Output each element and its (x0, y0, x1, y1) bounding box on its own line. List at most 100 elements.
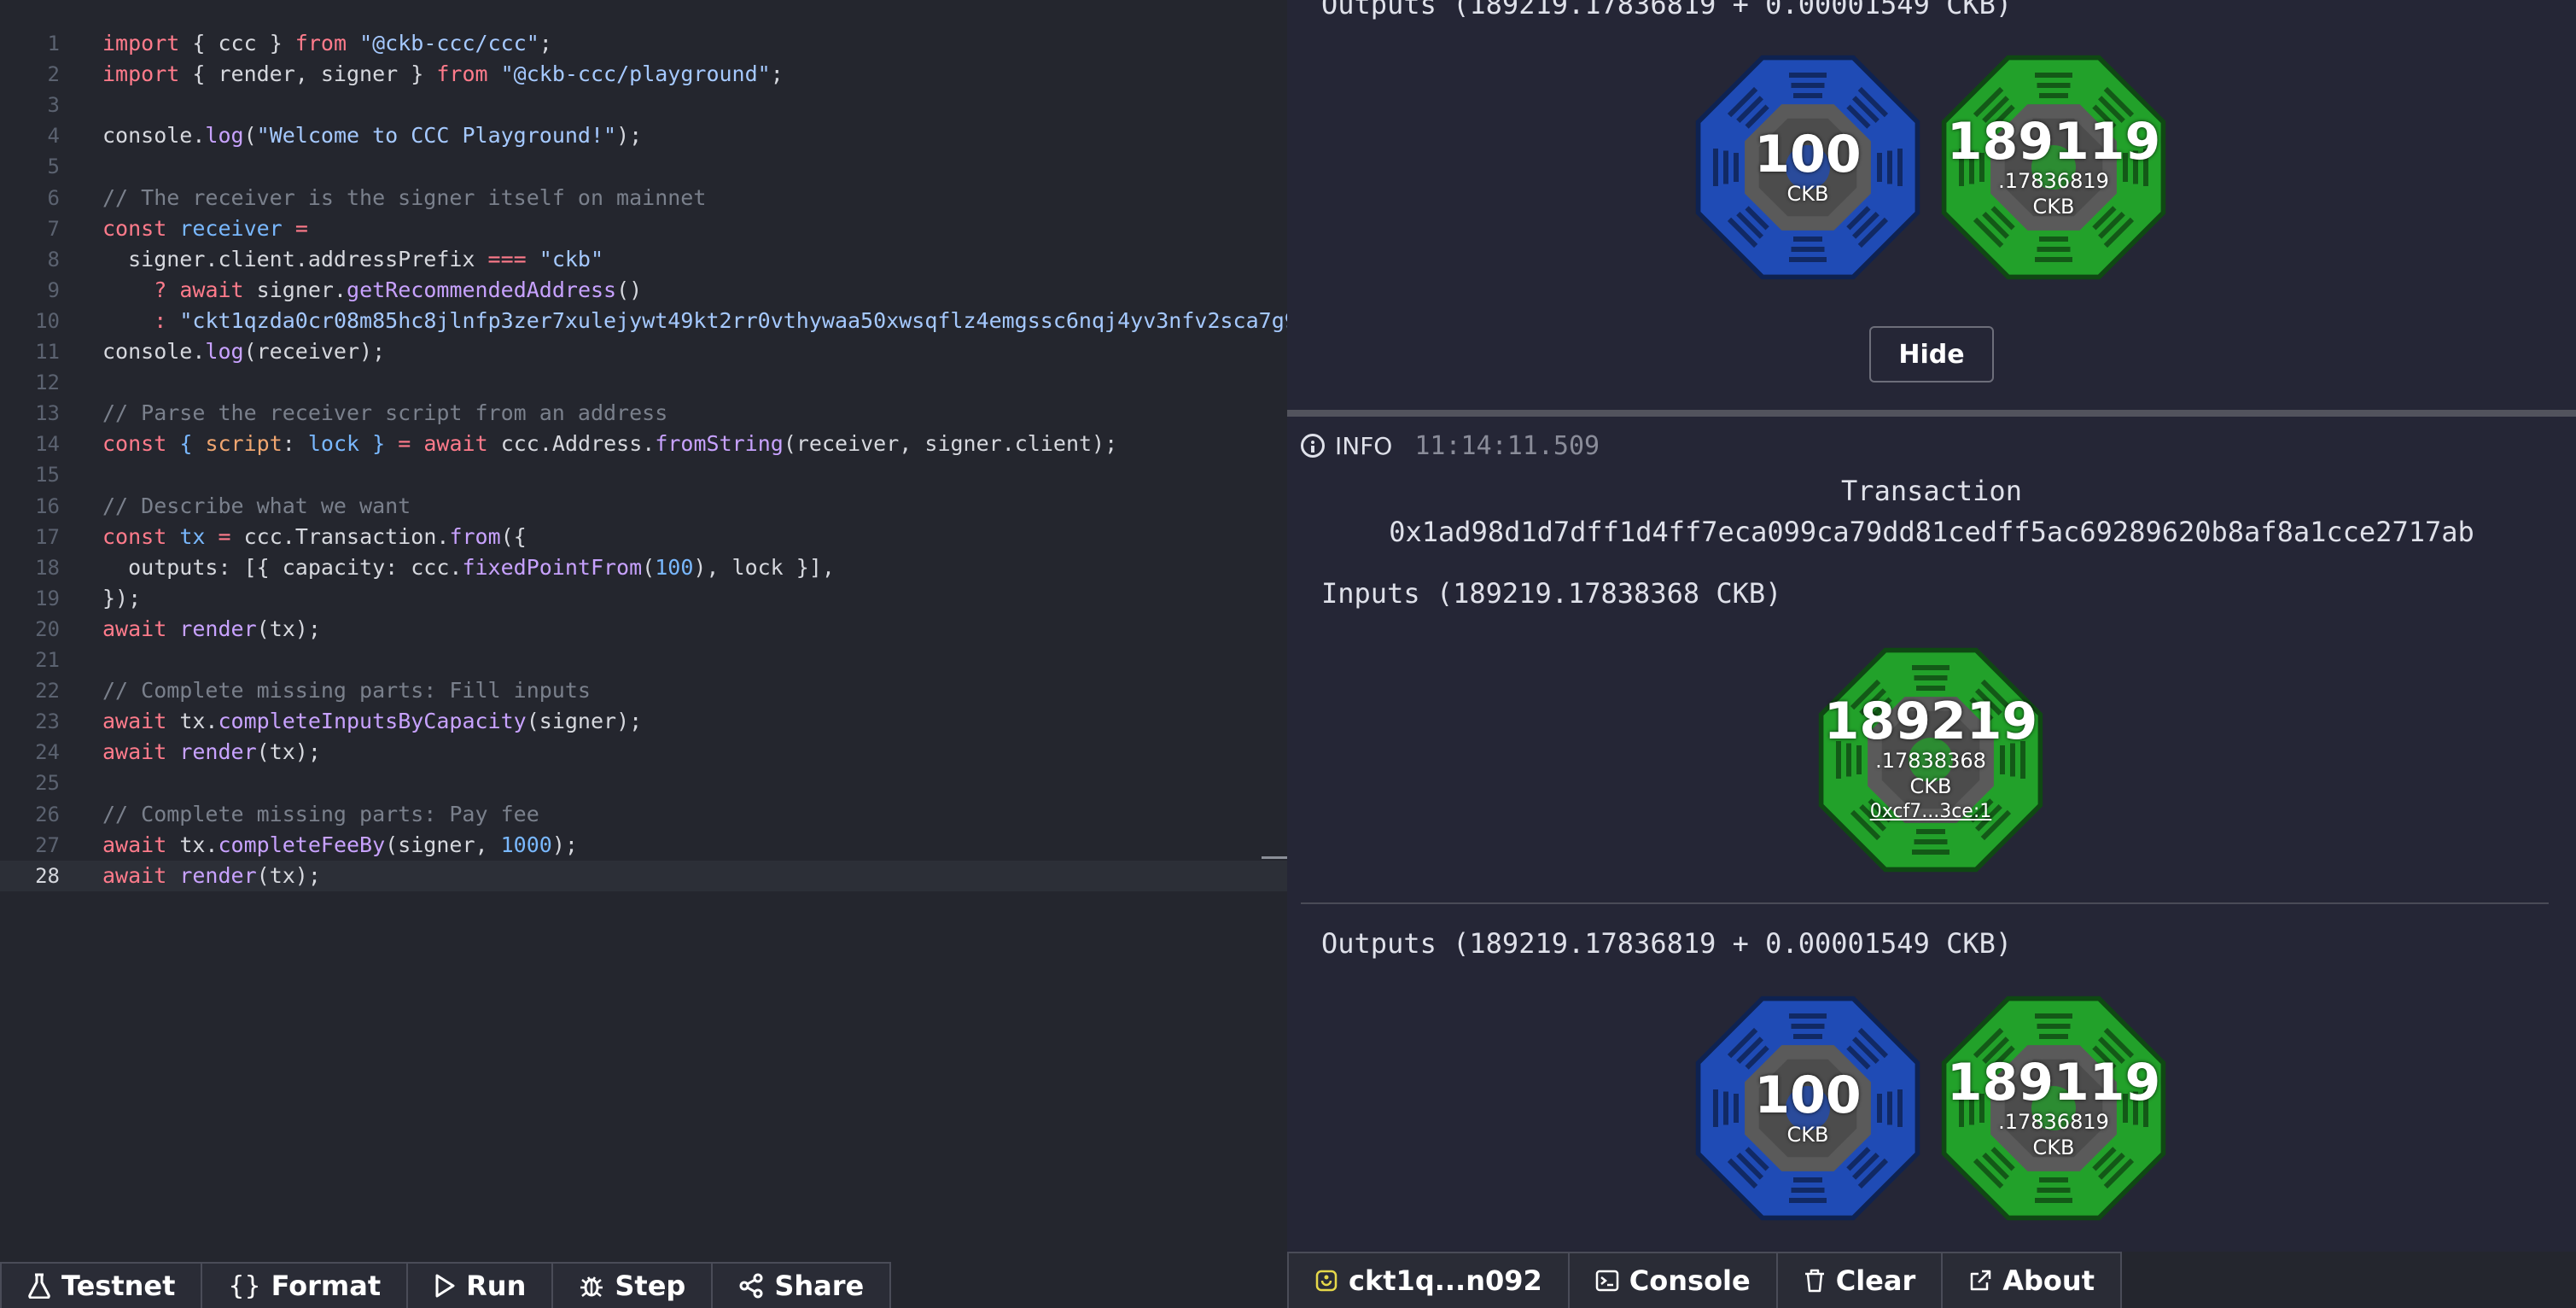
console-label: Console (1629, 1264, 1751, 1297)
code-line[interactable]: 15 (0, 459, 1287, 490)
code-text: await render(tx); (102, 737, 321, 768)
code-token: fromString (655, 431, 784, 456)
line-number: 21 (35, 648, 60, 672)
code-token: ; (539, 31, 552, 55)
run-button[interactable]: Run (406, 1262, 554, 1308)
code-token: ( (642, 555, 656, 580)
step-button[interactable]: Step (551, 1262, 714, 1308)
info-icon (1301, 434, 1325, 458)
code-line[interactable]: 23 await tx.completeInputsByCapacity(sign… (0, 706, 1287, 737)
code-token: completeInputsByCapacity (218, 709, 527, 733)
log-time: 11:14:11.509 (1414, 430, 1600, 461)
code-text: await render(tx); (102, 614, 321, 645)
about-button[interactable]: About (1941, 1252, 2122, 1308)
code-text: signer.client.addressPrefix === "ckb" (102, 244, 603, 275)
output-cell[interactable]: 189119.17836819 CKB (1941, 996, 2166, 1221)
output-cell[interactable]: 189119.17836819 CKB (1941, 55, 2166, 280)
outputs-header-top: Outputs (189219.17836819 + 0.00001549 CK… (1321, 0, 2013, 20)
testnet-label: Testnet (61, 1270, 176, 1302)
code-token: "@ckb-ccc/playground" (500, 61, 771, 86)
code-line[interactable]: 25 (0, 768, 1287, 798)
format-button[interactable]: {} Format (201, 1262, 409, 1308)
code-line[interactable]: 27 await tx.completeFeeBy(signer, 1000); (0, 830, 1287, 861)
code-token: (tx); (256, 739, 321, 764)
code-line[interactable]: 18 outputs: [{ capacity: ccc.fixedPointF… (0, 552, 1287, 583)
flask-icon (28, 1273, 50, 1299)
cell-label: 100 CKB (1695, 55, 1920, 280)
line-number: 4 (47, 124, 60, 148)
code-token: "ckb" (539, 247, 604, 272)
code-token: ); (551, 832, 578, 857)
code-line[interactable]: 14 const { script: lock } = await ccc.Add… (0, 429, 1287, 459)
code-line[interactable]: 24 await render(tx); (0, 737, 1287, 768)
cell-outpoint-link[interactable]: 0xcf7...3ce:1 (1870, 799, 1991, 825)
line-number: 3 (47, 93, 60, 117)
code-line[interactable]: 28 await render(tx); (0, 861, 1287, 891)
code-token: = (398, 431, 411, 456)
wallet-address-button[interactable]: ckt1q...n092 (1287, 1252, 1570, 1308)
code-line[interactable]: 2 import { render, signer } from "@ckb-cc… (0, 59, 1287, 90)
line-number: 18 (35, 556, 60, 580)
code-text: // Describe what we want (102, 491, 411, 522)
code-line[interactable]: 8 signer.client.addressPrefix === "ckb" (0, 244, 1287, 275)
code-token: // Describe what we want (102, 493, 411, 518)
testnet-button[interactable]: Testnet (0, 1262, 203, 1308)
code-line[interactable]: 11 console.log(receiver); (0, 336, 1287, 367)
inputs-header: Inputs (189219.17838368 CKB) (1321, 577, 1782, 610)
code-token: { (179, 431, 206, 456)
code-token: { render, signer } (179, 61, 437, 86)
panel-divider[interactable] (1287, 410, 2576, 417)
editor-scroll-marker (1262, 856, 1287, 859)
code-token: 1000 (500, 832, 552, 857)
line-number: 13 (35, 401, 60, 425)
code-token: fixedPointFrom (462, 555, 643, 580)
code-line[interactable]: 21 (0, 645, 1287, 675)
code-editor[interactable]: 1 import { ccc } from "@ckb-ccc/ccc"; 2 imp… (0, 0, 1287, 1262)
log-level: INFO (1335, 431, 1393, 460)
code-line[interactable]: 10 : "ckt1qzda0cr08m85hc8jlnfp3zer7xulej… (0, 306, 1287, 336)
code-line[interactable]: 6 // The receiver is the signer itself on… (0, 183, 1287, 213)
code-line[interactable]: 20 await render(tx); (0, 614, 1287, 645)
code-line[interactable]: 9 ? await signer.getRecommendedAddress() (0, 275, 1287, 306)
about-label: About (2002, 1264, 2095, 1297)
line-number: 10 (35, 309, 60, 333)
code-line[interactable]: 1 import { ccc } from "@ckb-ccc/ccc"; (0, 28, 1287, 59)
code-token: ({ (500, 524, 527, 549)
share-button[interactable]: Share (711, 1262, 892, 1308)
code-line[interactable]: 26 // Complete missing parts: Pay fee (0, 799, 1287, 830)
line-number: 24 (35, 740, 60, 764)
code-token: await (179, 277, 244, 302)
code-line[interactable]: 4 console.log("Welcome to CCC Playground!… (0, 120, 1287, 151)
line-number: 15 (35, 463, 60, 487)
transaction-title: Transaction (1841, 475, 2022, 507)
code-line[interactable]: 5 (0, 151, 1287, 182)
input-cell[interactable]: 189219.17838368 CKB 0xcf7...3ce:1 (1818, 647, 2043, 873)
code-text: console.log(receiver); (102, 336, 385, 367)
code-line[interactable]: 17 const tx = ccc.Transaction.from({ (0, 522, 1287, 552)
hide-button[interactable]: Hide (1869, 326, 1994, 382)
code-line[interactable]: 16 // Describe what we want (0, 491, 1287, 522)
output-cell[interactable]: 100 CKB (1695, 996, 1920, 1221)
code-token: "Welcome to CCC Playground!" (256, 123, 617, 148)
code-token: (signer); (526, 709, 643, 733)
code-token: () (616, 277, 643, 302)
code-line[interactable]: 19}); (0, 583, 1287, 614)
transaction-hash: 0x1ad98d1d7dff1d4ff7eca099ca79dd81cedff5… (1389, 516, 2474, 548)
code-line[interactable]: 22 // Complete missing parts: Fill inputs (0, 675, 1287, 706)
code-token: outputs: [{ capacity: ccc. (102, 555, 463, 580)
console-button[interactable]: Console (1567, 1252, 1778, 1308)
code-token: // Complete missing parts: Fill inputs (102, 678, 591, 703)
clear-button[interactable]: Clear (1775, 1252, 1944, 1308)
code-line[interactable]: 13 // Parse the receiver script from an a… (0, 398, 1287, 429)
cell-unit: CKB (2032, 1136, 2075, 1159)
output-cell[interactable]: 100 CKB (1695, 55, 1920, 280)
braces-icon: {} (228, 1270, 261, 1301)
code-line[interactable]: 12 (0, 367, 1287, 398)
code-line[interactable]: 7 const receiver = (0, 213, 1287, 244)
code-line[interactable]: 3 (0, 90, 1287, 120)
